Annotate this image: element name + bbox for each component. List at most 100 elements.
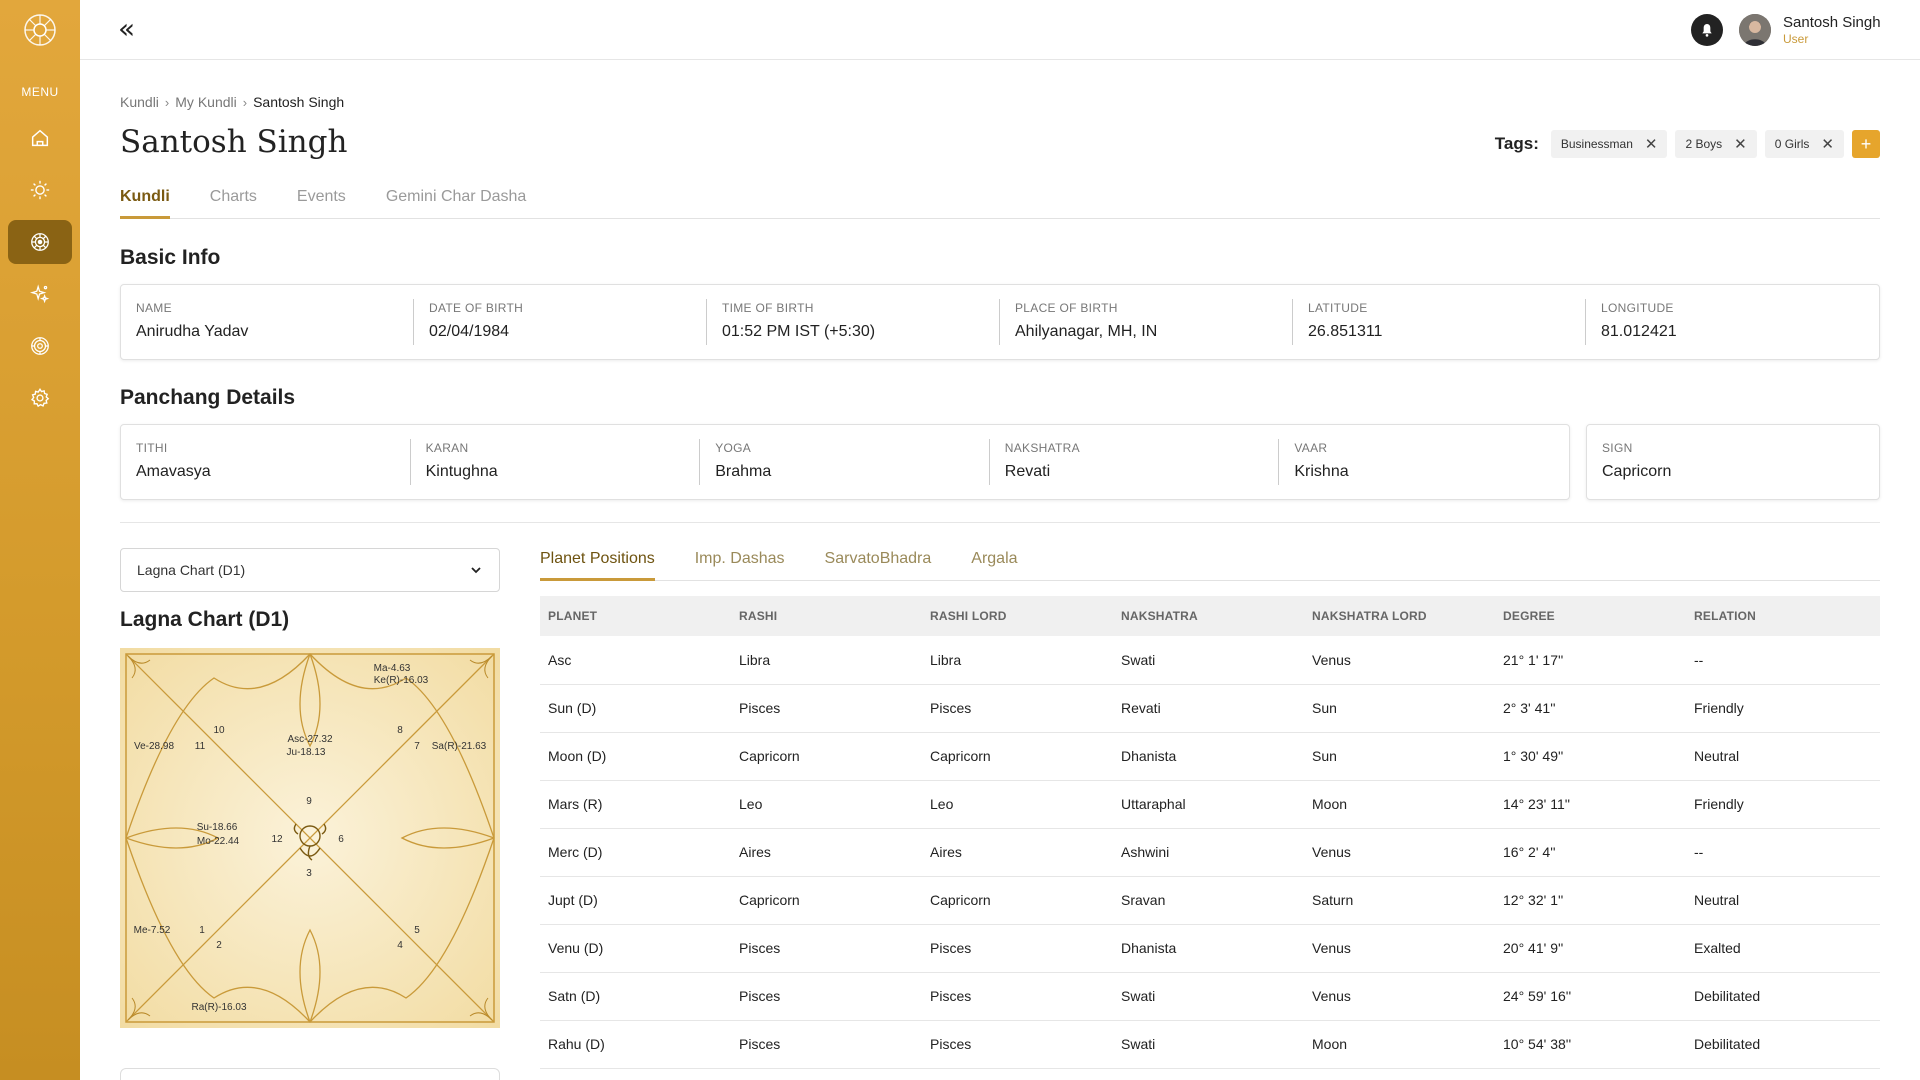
add-tag-button[interactable]: + bbox=[1852, 130, 1880, 158]
sidebar-item-sun[interactable] bbox=[8, 168, 72, 212]
table-cell: Sun (D) bbox=[540, 684, 731, 733]
info-karan: KARAN Kintughna bbox=[411, 425, 701, 499]
double-chevron-left-icon[interactable]: « bbox=[118, 14, 135, 44]
table-cell: Moon (D) bbox=[540, 732, 731, 781]
house-number: 1 bbox=[199, 925, 205, 936]
house-number: 3 bbox=[306, 868, 312, 879]
tag-label: 0 Girls bbox=[1774, 137, 1810, 151]
house-number: 10 bbox=[213, 725, 225, 736]
sidebar: MENU bbox=[0, 0, 80, 1080]
table-cell: Uttaraphal bbox=[1113, 780, 1304, 829]
table-row[interactable]: Jupt (D) Capricorn Capricorn Sravan Saturn 12… bbox=[540, 876, 1880, 925]
house-number: 7 bbox=[414, 741, 420, 752]
table-cell: 12° 32' 1'' bbox=[1495, 876, 1686, 925]
avatar[interactable] bbox=[1739, 14, 1771, 46]
table-cell: Pisces bbox=[922, 924, 1113, 973]
table-cell: Leo bbox=[731, 780, 922, 829]
table-cell: Satn (D) bbox=[540, 972, 731, 1021]
table-cell: Pisces bbox=[731, 684, 922, 733]
zodiac-wheel-icon bbox=[31, 337, 49, 355]
chart-select-value: Lagna Chart (D1) bbox=[137, 562, 246, 578]
tab-planet-positions[interactable]: Planet Positions bbox=[540, 550, 655, 581]
table-cell: Libra bbox=[731, 636, 922, 685]
sidebar-item-sparkle[interactable] bbox=[8, 272, 72, 316]
table-header-row: PLANET RASHI RASHI LORD NAKSHATRA NAKSHA… bbox=[540, 596, 1880, 636]
sign-card: SIGN Capricorn bbox=[1586, 424, 1880, 500]
close-icon[interactable]: ✕ bbox=[1734, 135, 1747, 153]
lagna-chart: 9 3 12 6 10 11 8 7 1 2 5 4 Ma-4.63 Ke(R)… bbox=[120, 648, 500, 1028]
brand-logo-icon[interactable] bbox=[22, 12, 58, 48]
table-cell: Moon bbox=[1304, 780, 1495, 829]
table-cell: Revati bbox=[1113, 684, 1304, 733]
table-cell: Capricorn bbox=[922, 876, 1113, 925]
info-time-of-birth: TIME OF BIRTH 01:52 PM IST (+5:30) bbox=[707, 285, 1000, 359]
table-row[interactable]: Satn (D) Pisces Pisces Swati Venus 24° 59' 16… bbox=[540, 972, 1880, 1021]
table-row[interactable]: Venu (D) Pisces Pisces Dhanista Venus 20° 41'… bbox=[540, 924, 1880, 973]
house-number: 4 bbox=[397, 940, 403, 951]
table-cell: Asc bbox=[540, 636, 731, 685]
chevron-right-icon: › bbox=[242, 94, 248, 110]
sparkle-icon bbox=[29, 284, 50, 304]
breadcrumb-current: Santosh Singh bbox=[253, 94, 345, 110]
table-cell: Pisces bbox=[922, 972, 1113, 1021]
notification-bell-icon[interactable] bbox=[1691, 14, 1723, 46]
close-icon[interactable]: ✕ bbox=[1821, 135, 1834, 153]
sidebar-item-zodiac[interactable] bbox=[8, 324, 72, 368]
table-cell: Libra bbox=[922, 636, 1113, 685]
table-cell: 1° 30' 49'' bbox=[1495, 732, 1686, 781]
table-row[interactable]: Rahu (D) Pisces Pisces Swati Moon 10° 54' 38'… bbox=[540, 1020, 1880, 1069]
table-cell: Jupt (D) bbox=[540, 876, 731, 925]
table-row[interactable]: Sun (D) Pisces Pisces Revati Sun 2° 3' 41'' F… bbox=[540, 684, 1880, 733]
table-row[interactable]: Mars (R) Leo Leo Uttaraphal Moon 14° 23' 11''… bbox=[540, 780, 1880, 829]
sidebar-item-kundli[interactable] bbox=[8, 220, 72, 264]
table-cell: Leo bbox=[922, 780, 1113, 829]
column-header: RELATION bbox=[1686, 596, 1880, 636]
user-role: User bbox=[1783, 32, 1809, 46]
sidebar-item-home[interactable] bbox=[8, 116, 72, 160]
main-tabs: Kundli Charts Events Gemini Char Dasha bbox=[120, 188, 1880, 219]
tab-events[interactable]: Events bbox=[297, 188, 346, 219]
close-icon[interactable]: ✕ bbox=[1645, 135, 1658, 153]
chevron-right-icon: › bbox=[164, 94, 170, 110]
planet-placement: Mo-22.44 bbox=[197, 836, 240, 847]
column-header: DEGREE bbox=[1495, 596, 1686, 636]
house-number: 6 bbox=[338, 834, 344, 845]
table-cell: Sun bbox=[1304, 684, 1495, 733]
tab-kundli[interactable]: Kundli bbox=[120, 188, 170, 219]
info-date-of-birth: DATE OF BIRTH 02/04/1984 bbox=[414, 285, 707, 359]
info-latitude: LATITUDE 26.851311 bbox=[1293, 285, 1586, 359]
tag-chip: 0 Girls ✕ bbox=[1764, 130, 1844, 158]
planet-placement: Su-18.66 bbox=[197, 822, 238, 833]
column-header: RASHI LORD bbox=[922, 596, 1113, 636]
user-name[interactable]: Santosh Singh bbox=[1783, 14, 1881, 31]
sidebar-item-settings[interactable] bbox=[8, 376, 72, 420]
planet-placement: Ve-28.98 bbox=[134, 741, 174, 752]
info-vaar: VAAR Krishna bbox=[1294, 441, 1349, 480]
table-row[interactable]: Moon (D) Capricorn Capricorn Dhanista Sun 1° … bbox=[540, 732, 1880, 781]
tab-argala[interactable]: Argala bbox=[971, 550, 1017, 581]
table-cell: 21° 1' 17'' bbox=[1495, 636, 1686, 685]
breadcrumb-kundli[interactable]: Kundli bbox=[120, 94, 159, 110]
page-title: Santosh Singh bbox=[120, 124, 348, 160]
info-nakshatra: NAKSHATRA Revati bbox=[990, 425, 1280, 499]
planet-placement: Me-7.52 bbox=[134, 925, 171, 936]
next-card bbox=[120, 1068, 500, 1080]
planet-positions-table: PLANET RASHI RASHI LORD NAKSHATRA NAKSHA… bbox=[540, 596, 1880, 1069]
tab-imp-dashas[interactable]: Imp. Dashas bbox=[695, 550, 785, 581]
table-row[interactable]: Asc Libra Libra Swati Venus 21° 1' 17'' -- bbox=[540, 636, 1880, 685]
info-sign: SIGN Capricorn bbox=[1602, 441, 1672, 480]
table-cell: 2° 3' 41'' bbox=[1495, 684, 1686, 733]
column-header: RASHI bbox=[731, 596, 922, 636]
tab-sarvatobhadra[interactable]: SarvatoBhadra bbox=[825, 550, 932, 581]
tab-charts[interactable]: Charts bbox=[210, 188, 257, 219]
planet-placement: Ma-4.63 bbox=[374, 663, 411, 674]
info-name: NAME Anirudha Yadav bbox=[121, 285, 414, 359]
basic-info-title: Basic Info bbox=[120, 246, 221, 269]
chart-title: Lagna Chart (D1) bbox=[120, 608, 290, 631]
tag-chip: Businessman ✕ bbox=[1550, 130, 1668, 158]
table-row[interactable]: Merc (D) Aires Aires Ashwini Venus 16° 2' 4''… bbox=[540, 828, 1880, 877]
breadcrumb-my-kundli[interactable]: My Kundli bbox=[175, 94, 236, 110]
chart-type-select[interactable]: Lagna Chart (D1) bbox=[120, 548, 500, 592]
house-number: 11 bbox=[195, 741, 206, 752]
tab-gemini-char-dasha[interactable]: Gemini Char Dasha bbox=[386, 188, 527, 219]
